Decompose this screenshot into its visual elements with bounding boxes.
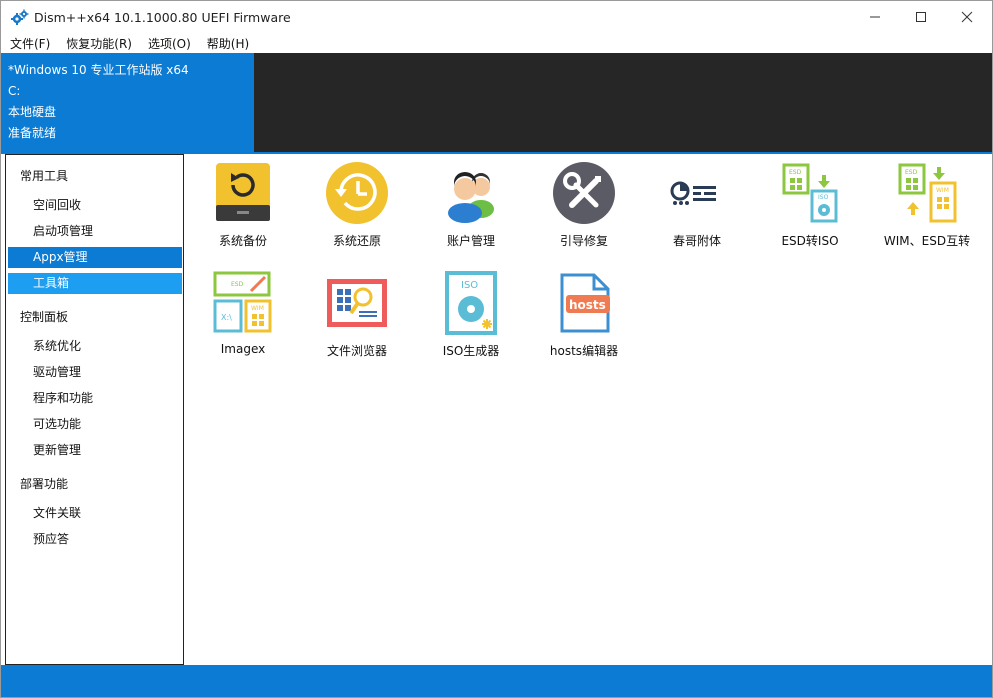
sidebar-item-driver-manager[interactable]: 驱动管理 [8, 362, 182, 383]
toolbox-panel: 系统备份 系统还原 账户管理 引导修复 春哥附体 ESD ISO ESD转ISO… [185, 154, 991, 665]
close-button[interactable] [944, 1, 990, 33]
svg-text:WIM: WIM [251, 305, 264, 312]
tool-label: hosts编辑器 [549, 344, 619, 358]
svg-text:WIM: WIM [936, 187, 949, 194]
window-title: Dism++x64 10.1.1000.80 UEFI Firmware [34, 10, 291, 25]
sidebar-item-optional-features[interactable]: 可选功能 [8, 414, 182, 435]
minimize-icon [870, 16, 880, 18]
menu-file[interactable]: 文件(F) [1, 33, 57, 53]
maximize-icon [916, 12, 926, 22]
sidebar: 常用工具 空间回收 启动项管理 Appx管理 工具箱 控制面板 系统优化 驱动管… [5, 154, 184, 665]
iso-maker-icon: ISO [445, 271, 497, 335]
title-bar[interactable]: Dism++x64 10.1.1000.80 UEFI Firmware [1, 1, 992, 33]
svg-text:ISO: ISO [818, 194, 829, 201]
menu-bar: 文件(F) 恢复功能(R) 选项(O) 帮助(H) [1, 33, 992, 53]
menu-help[interactable]: 帮助(H) [198, 33, 256, 53]
tool-label: ISO生成器 [442, 344, 500, 358]
tool-label: 系统备份 [218, 234, 267, 248]
svg-text:X:\: X:\ [221, 313, 232, 322]
system-status: 准备就绪 [8, 126, 57, 140]
system-info-panel[interactable]: *Windows 10 专业工作站版 x64 C: 本地硬盘 准备就绪 [1, 53, 254, 152]
tool-chunge[interactable]: 春哥附体 [642, 157, 752, 257]
sidebar-item-space-cleanup[interactable]: 空间回收 [8, 195, 182, 216]
sidebar-group-deployment[interactable]: 部署功能 [20, 475, 68, 492]
tool-esd-to-iso[interactable]: ESD ISO ESD转ISO [755, 157, 865, 257]
tool-boot-repair[interactable]: 引导修复 [529, 157, 639, 257]
tool-wim-esd-convert[interactable]: ESD WIM WIM、ESD互转 [872, 157, 982, 257]
minimize-button[interactable] [852, 1, 898, 33]
tool-iso-maker[interactable]: ISO ISO生成器 [416, 267, 526, 367]
tool-imagex[interactable]: ESD X:\ WIM Imagex [188, 267, 298, 367]
tool-label: 引导修复 [559, 234, 608, 248]
boot-repair-icon [553, 162, 615, 224]
tool-hosts-editor[interactable]: hosts hosts编辑器 [529, 267, 639, 367]
sidebar-item-system-optimize[interactable]: 系统优化 [8, 336, 182, 357]
app-window: Dism++x64 10.1.1000.80 UEFI Firmware 文件(… [0, 0, 993, 698]
tool-label: ESD转ISO [781, 234, 839, 248]
menu-recovery[interactable]: 恢复功能(R) [57, 33, 139, 53]
console-panel [254, 53, 992, 152]
tool-label: Imagex [220, 342, 266, 356]
imagex-icon: ESD X:\ WIM [213, 271, 272, 333]
sidebar-item-appx-manager[interactable]: Appx管理 [8, 247, 182, 268]
backup-icon [216, 163, 270, 221]
sidebar-item-update-manager[interactable]: 更新管理 [8, 440, 182, 461]
tool-file-browser[interactable]: 文件浏览器 [302, 267, 412, 367]
sidebar-item-unattend[interactable]: 预应答 [8, 529, 182, 550]
sidebar-item-startup-manager[interactable]: 启动项管理 [8, 221, 182, 242]
svg-text:ESD: ESD [905, 169, 918, 176]
sidebar-group-common-tools[interactable]: 常用工具 [20, 167, 68, 184]
status-bar [1, 665, 992, 697]
sidebar-item-file-association[interactable]: 文件关联 [8, 503, 182, 524]
sidebar-item-toolbox[interactable]: 工具箱 [8, 273, 182, 294]
svg-text:hosts: hosts [569, 298, 606, 312]
sidebar-item-programs-features[interactable]: 程序和功能 [8, 388, 182, 409]
esd-to-iso-icon: ESD ISO [782, 163, 838, 223]
tool-label: 系统还原 [332, 234, 381, 248]
menu-options[interactable]: 选项(O) [139, 33, 198, 53]
svg-text:ISO: ISO [461, 280, 478, 291]
hosts-editor-icon: hosts [560, 273, 610, 333]
svg-text:ESD: ESD [789, 169, 802, 176]
sidebar-group-control-panel[interactable]: 控制面板 [20, 308, 68, 325]
file-browser-icon [327, 279, 387, 327]
svg-text:ESD: ESD [231, 281, 244, 288]
tool-system-restore[interactable]: 系统还原 [302, 157, 412, 257]
tool-label: 文件浏览器 [326, 344, 387, 358]
tool-system-backup[interactable]: 系统备份 [188, 157, 298, 257]
maximize-button[interactable] [898, 1, 944, 33]
close-icon [961, 11, 973, 23]
restore-icon [326, 162, 388, 224]
system-disk-type: 本地硬盘 [8, 105, 57, 119]
chunge-icon [670, 181, 716, 205]
system-name: *Windows 10 专业工作站版 x64 [8, 63, 189, 77]
tool-label: WIM、ESD互转 [883, 234, 971, 248]
tool-label: 春哥附体 [672, 234, 721, 248]
system-drive: C: [8, 84, 21, 98]
wim-esd-convert-icon: ESD WIM [898, 163, 957, 223]
accounts-icon [448, 172, 494, 223]
gears-app-icon [11, 9, 29, 25]
tool-account-manager[interactable]: 账户管理 [416, 157, 526, 257]
tool-label: 账户管理 [446, 234, 495, 248]
